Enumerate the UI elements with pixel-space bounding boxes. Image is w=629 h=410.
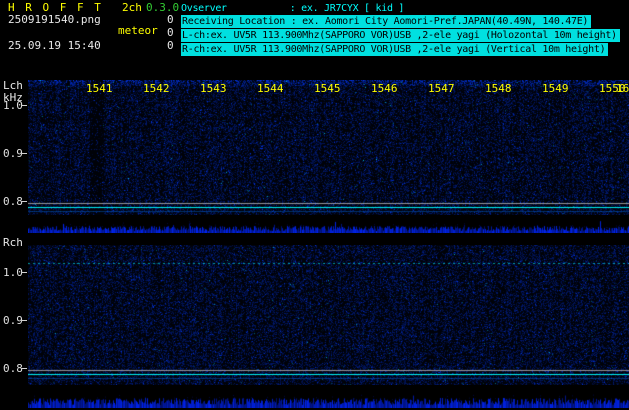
lch-freq-tickmark — [21, 201, 27, 202]
rch-channel-label: Rch — [3, 236, 23, 249]
rch-freq-tick-label: 0.9 — [3, 314, 23, 327]
channel-mode: 2ch — [122, 1, 142, 14]
lch-signal-strip — [28, 215, 629, 233]
meteor-count-2: 0 — [167, 26, 174, 39]
rch-signal-strip — [28, 385, 629, 408]
rch-spectrogram — [28, 245, 629, 385]
time-label: 1545 — [314, 82, 341, 95]
time-label: 1548 — [485, 82, 512, 95]
lch-freq-tickmark — [21, 153, 27, 154]
rch-info-line: R-ch:ex. UV5R 113.900Mhz(SAPPORO VOR)USB… — [181, 43, 609, 56]
version-number: 0.3.0 — [146, 1, 180, 14]
rch-freq-tick-label: 1.0 — [3, 266, 23, 279]
datetime-label: 25.09.19 15:40 — [8, 39, 101, 52]
rch-freq-tickmark — [21, 320, 27, 321]
rch-freq-tick-label: 0.8 — [3, 362, 23, 375]
time-label: 1542 — [143, 82, 170, 95]
observer-line: Ovserver : ex. JR7CYX [ kid ] — [181, 3, 405, 14]
lch-freq-tick-label: 0.8 — [3, 195, 23, 208]
time-label: 1549 — [542, 82, 569, 95]
rch-freq-tickmark — [21, 368, 27, 369]
time-label: 16 — [616, 82, 629, 95]
time-label: 1544 — [257, 82, 284, 95]
rch-freq-tickmark — [21, 272, 27, 273]
meteor-label: meteor — [118, 24, 158, 37]
lch-spectrogram — [28, 80, 629, 215]
lch-freq-tick-label: 0.9 — [3, 147, 23, 160]
time-axis: 1541 1542 1543 1544 1545 1546 1547 1548 1549 1550… — [0, 82, 629, 95]
hrofft-screen: H R O F F T 2ch 0.3.0 2509191540.png met… — [0, 0, 629, 410]
meteor-count-3: 0 — [167, 39, 174, 52]
time-label: 1546 — [371, 82, 398, 95]
location-line: Receiving Location : ex. Aomori City Aom… — [181, 15, 592, 28]
time-label: 1541 — [86, 82, 113, 95]
time-label: 1547 — [428, 82, 455, 95]
lch-freq-tickmark — [21, 105, 27, 106]
lch-freq-tick-label: 1.0 — [3, 99, 23, 112]
lch-info-line: L-ch:ex. UV5R 113.900Mhz(SAPPORO VOR)USB… — [181, 29, 620, 42]
output-filename: 2509191540.png — [8, 13, 101, 26]
meteor-count-1: 0 — [167, 13, 174, 26]
time-label: 1543 — [200, 82, 227, 95]
